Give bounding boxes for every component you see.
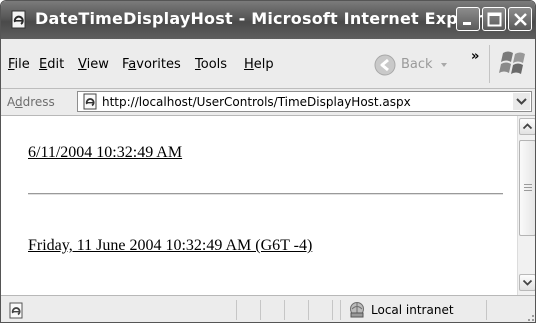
address-input[interactable]: http://localhost/UserControls/TimeDispla… xyxy=(77,91,532,112)
maximize-icon xyxy=(487,12,502,27)
minimize-icon xyxy=(463,22,471,25)
long-datetime-text: Friday, 11 June 2004 10:32:49 AM (G6T -4… xyxy=(28,237,313,254)
chevron-down-icon xyxy=(516,98,527,105)
scroll-down-button[interactable] xyxy=(519,274,535,291)
back-label: Back xyxy=(401,57,433,72)
scroll-thumb[interactable] xyxy=(519,140,535,236)
title-bar: DateTimeDisplayHost - Microsoft Internet… xyxy=(1,1,535,39)
chevron-up-icon xyxy=(522,123,533,130)
close-button[interactable] xyxy=(508,7,532,31)
ie-page-icon xyxy=(9,10,29,30)
status-divider xyxy=(486,300,487,320)
minimize-button[interactable] xyxy=(456,7,480,31)
scroll-up-button[interactable] xyxy=(519,118,535,135)
status-page-icon xyxy=(7,302,25,322)
maximize-button[interactable] xyxy=(482,7,506,31)
browser-window: DateTimeDisplayHost - Microsoft Internet… xyxy=(0,0,536,323)
address-label: Address xyxy=(7,95,55,109)
status-divider xyxy=(260,300,261,320)
menu-bar: File Edit View Favorites Tools Help Back… xyxy=(1,39,535,89)
status-divider xyxy=(340,300,341,320)
page-content: 6/11/2004 10:32:49 AM Friday, 11 June 20… xyxy=(1,116,517,295)
status-divider xyxy=(308,300,309,320)
toolbar-overflow-chevron[interactable]: » xyxy=(471,49,479,64)
toolbar-separator xyxy=(489,45,490,83)
resize-grip-icon[interactable] xyxy=(523,311,535,322)
status-bar: Local intranet xyxy=(1,295,535,322)
menu-file[interactable]: File xyxy=(8,57,30,72)
status-divider xyxy=(284,300,285,320)
menu-favorites[interactable]: Favorites xyxy=(122,57,181,72)
status-divider xyxy=(236,300,237,320)
address-dropdown-button[interactable] xyxy=(513,93,530,110)
chevron-down-icon xyxy=(522,279,533,286)
status-divider xyxy=(332,300,333,320)
local-intranet-icon xyxy=(348,301,368,322)
back-button[interactable]: Back xyxy=(373,53,453,77)
scroll-grip-icon xyxy=(524,184,532,192)
security-zone-text: Local intranet xyxy=(371,303,454,317)
menu-view[interactable]: View xyxy=(78,57,109,72)
page-icon xyxy=(81,93,99,114)
back-arrow-icon xyxy=(374,54,396,76)
windows-flag-icon xyxy=(497,47,531,83)
vertical-scrollbar[interactable] xyxy=(517,116,535,295)
menu-edit[interactable]: Edit xyxy=(39,57,64,72)
short-datetime-text: 6/11/2004 10:32:49 AM xyxy=(28,144,183,161)
address-bar: Address http://localhost/UserControls/Ti… xyxy=(1,89,535,116)
back-dropdown-icon[interactable] xyxy=(441,63,447,67)
address-url: http://localhost/UserControls/TimeDispla… xyxy=(102,95,411,109)
close-icon xyxy=(514,13,527,26)
menu-tools[interactable]: Tools xyxy=(195,57,227,72)
horizontal-rule xyxy=(28,193,503,195)
menu-help[interactable]: Help xyxy=(244,57,274,72)
window-title: DateTimeDisplayHost - Microsoft Internet… xyxy=(35,9,503,28)
